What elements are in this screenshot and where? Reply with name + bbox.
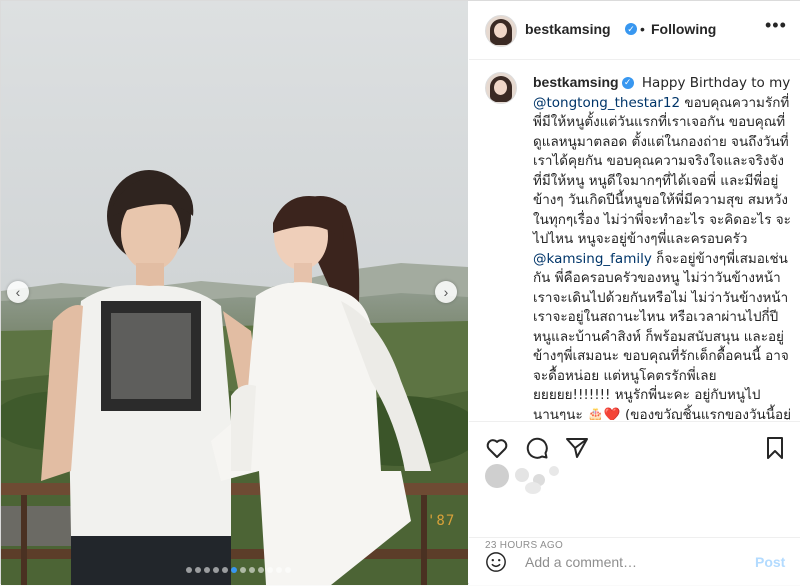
- carousel-indicator: [186, 567, 291, 573]
- post-sidebar: bestkamsing ✓ • Following ••• bestkamsin…: [469, 1, 800, 585]
- carousel-dot: [213, 567, 219, 573]
- more-options-icon[interactable]: •••: [765, 15, 787, 36]
- caption-username[interactable]: bestkamsing: [533, 74, 619, 90]
- header-username[interactable]: bestkamsing: [525, 21, 611, 37]
- bookmark-icon[interactable]: [763, 436, 787, 460]
- post-card: '87 ‹ › bestkamsing ✓ • Following ••• be…: [0, 0, 800, 585]
- carousel-dot: [204, 567, 210, 573]
- post-comment-button[interactable]: Post: [755, 554, 785, 570]
- chevron-right-icon: ›: [443, 284, 449, 300]
- emoji-icon[interactable]: [485, 551, 507, 573]
- carousel-dot: [231, 567, 237, 573]
- previous-photo-button[interactable]: ‹: [7, 281, 29, 303]
- mention-link[interactable]: @kamsing_family: [533, 251, 652, 267]
- post-caption: bestkamsing ✓ Happy Birthday to my @tongt…: [533, 73, 791, 420]
- next-photo-button[interactable]: ›: [435, 281, 457, 303]
- heart-icon[interactable]: [485, 436, 509, 460]
- post-header: bestkamsing ✓ • Following •••: [469, 1, 800, 60]
- header-separator: •: [640, 21, 645, 37]
- chevron-left-icon: ‹: [15, 284, 21, 300]
- mention-link[interactable]: @tongtong_thestar12: [533, 95, 680, 111]
- caption-text: ขอบคุณความรักที่พี่มีให้หนูตั้งแต่วันแรก…: [533, 94, 791, 248]
- carousel-dot: [186, 567, 192, 573]
- post-photo[interactable]: '87 ‹ ›: [1, 1, 468, 585]
- photo-illustration: [1, 1, 468, 585]
- carousel-dot: [267, 567, 273, 573]
- comment-input[interactable]: Add a comment…: [525, 554, 637, 570]
- caption-avatar[interactable]: [485, 72, 517, 104]
- carousel-dot: [222, 567, 228, 573]
- carousel-dot: [285, 567, 291, 573]
- share-icon[interactable]: [565, 436, 589, 460]
- caption-section: bestkamsing ✓ Happy Birthday to my @tongt…: [469, 60, 800, 420]
- carousel-dot: [276, 567, 282, 573]
- verified-badge-icon: ✓: [621, 77, 634, 89]
- comment-bar: Add a comment… Post: [469, 537, 800, 586]
- carousel-dot: [195, 567, 201, 573]
- carousel-dot: [258, 567, 264, 573]
- likes-summary[interactable]: [485, 464, 575, 498]
- caption-text: Happy Birthday to my: [641, 75, 791, 91]
- avatar[interactable]: [485, 15, 517, 47]
- comment-icon[interactable]: [525, 436, 549, 460]
- film-date-stamp: '87: [427, 513, 456, 529]
- caption-text: ก็จะอยู่ข้างๆพี่เสมอเช่นกัน พี่คือครอบคร…: [533, 250, 789, 421]
- caption-emoji: 🎂❤️: [587, 406, 621, 421]
- following-button[interactable]: Following: [651, 21, 716, 37]
- carousel-dot: [240, 567, 246, 573]
- verified-badge-icon: ✓: [625, 23, 637, 35]
- carousel-dot: [249, 567, 255, 573]
